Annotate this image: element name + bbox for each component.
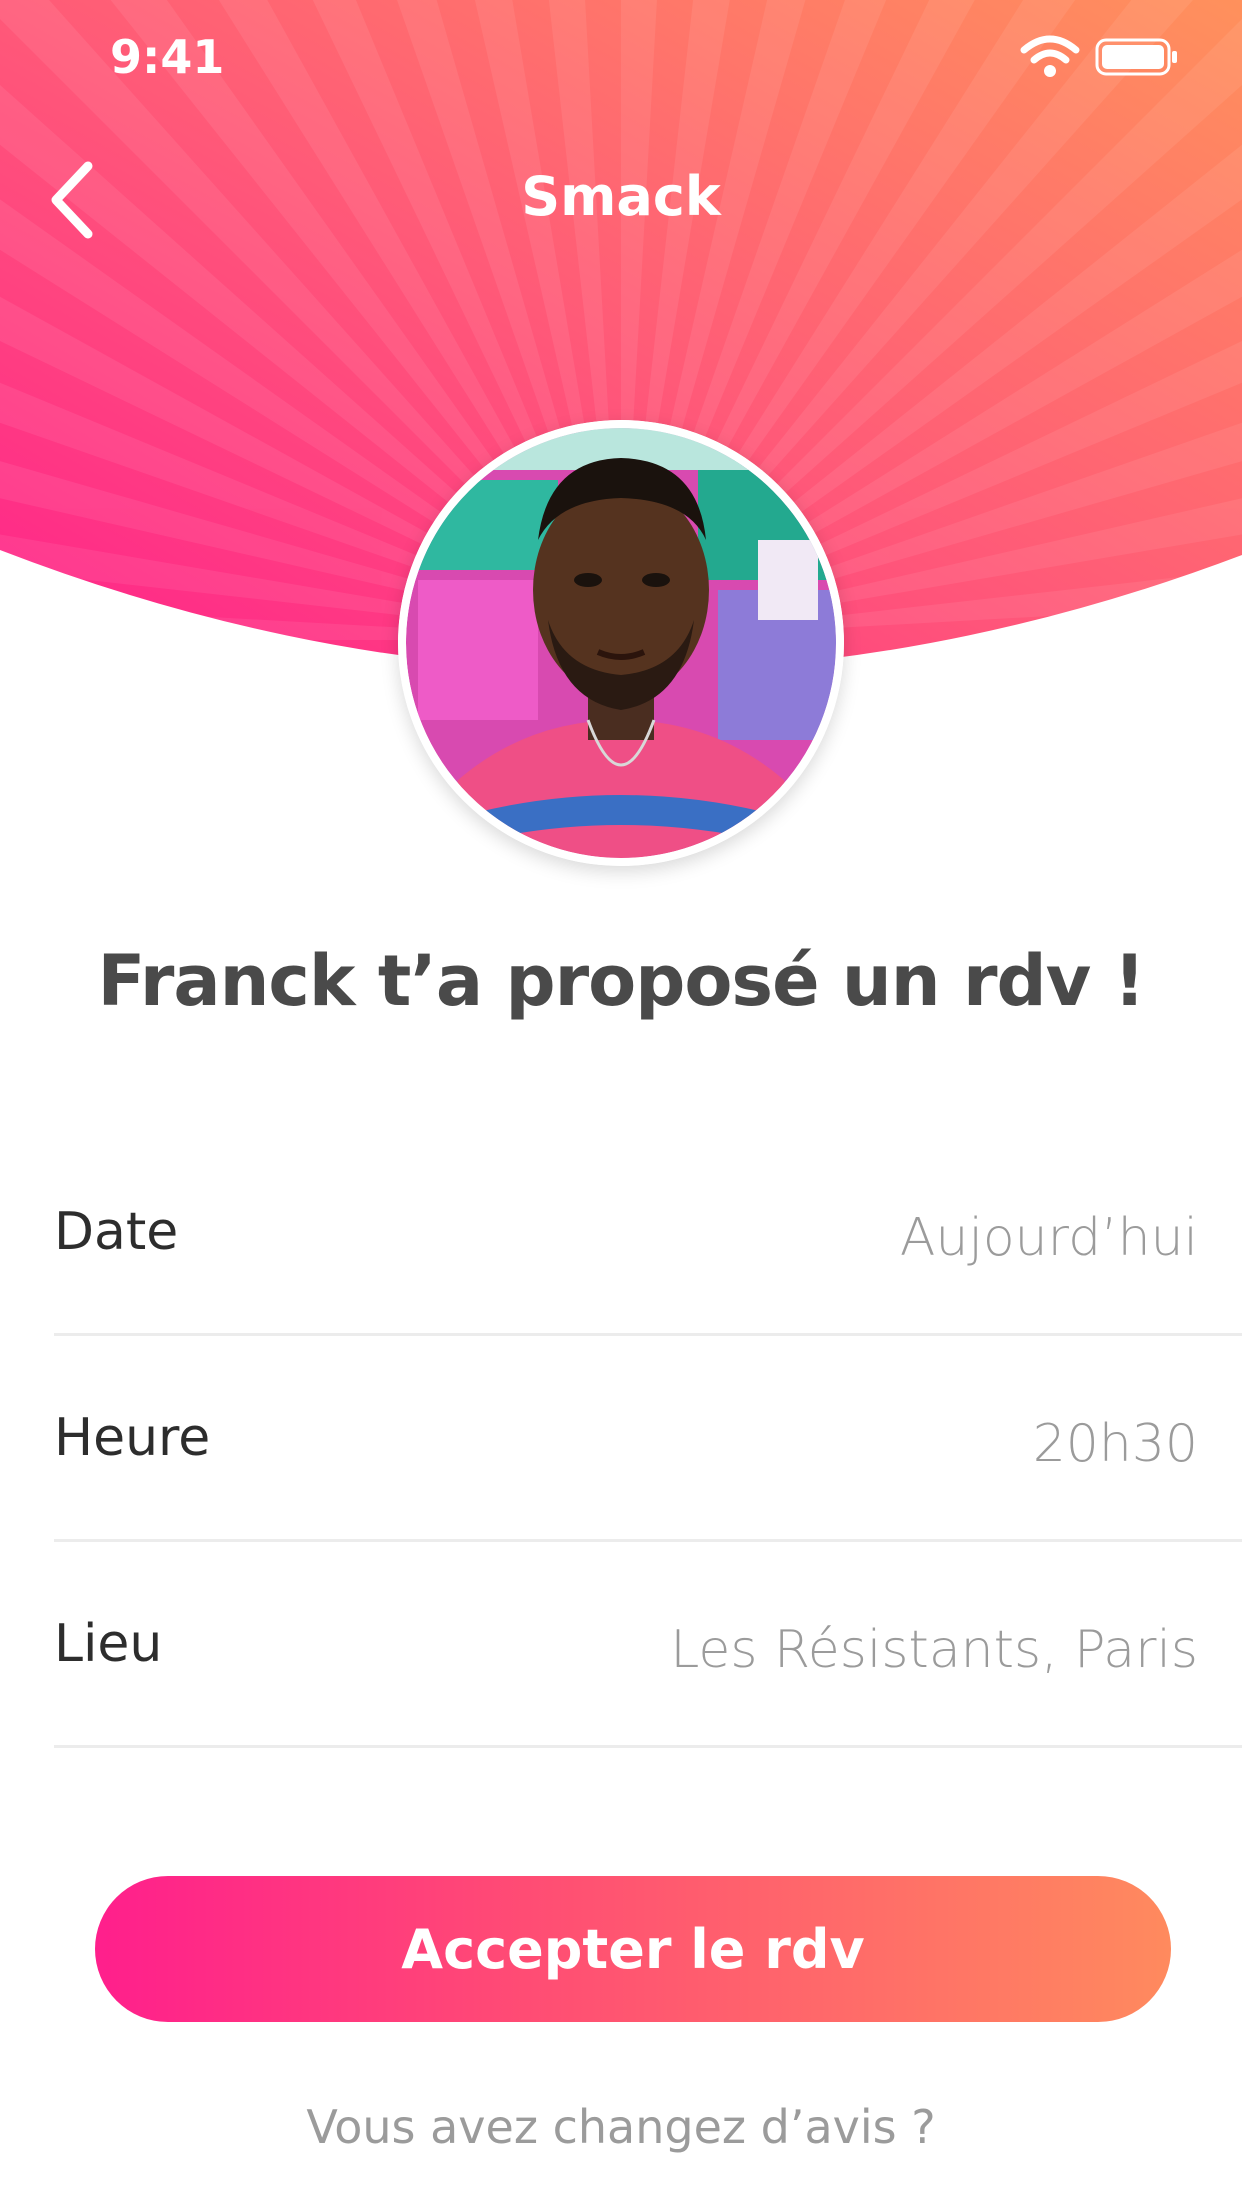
detail-value: Aujourd’hui [899,1208,1198,1268]
battery-icon [1095,38,1179,76]
detail-label: Lieu [54,1614,163,1674]
chevron-left-icon [40,161,110,254]
avatar [398,420,844,866]
change-mind-link[interactable]: Vous avez changez d’avis ? [0,2100,1242,2154]
detail-row-place[interactable]: Lieu Les Résistants, Paris [54,1542,1242,1748]
detail-value: 20h30 [1032,1414,1198,1474]
appointment-details: Date Aujourd’hui Heure 20h30 Lieu Les Ré… [54,1130,1242,1748]
status-time: 9:41 [110,30,225,84]
nav-title: Smack [521,165,721,228]
detail-value: Les Résistants, Paris [670,1620,1198,1680]
accept-appointment-button[interactable]: Accepter le rdv [95,1876,1171,2022]
detail-label: Heure [54,1408,211,1468]
status-bar: 9:41 [0,0,1242,120]
page-title: Franck t’a proposé un rdv ! [97,940,1145,1022]
detail-label: Date [54,1202,179,1262]
detail-row-date[interactable]: Date Aujourd’hui [54,1130,1242,1336]
wifi-icon [1020,34,1080,78]
detail-row-time[interactable]: Heure 20h30 [54,1336,1242,1542]
